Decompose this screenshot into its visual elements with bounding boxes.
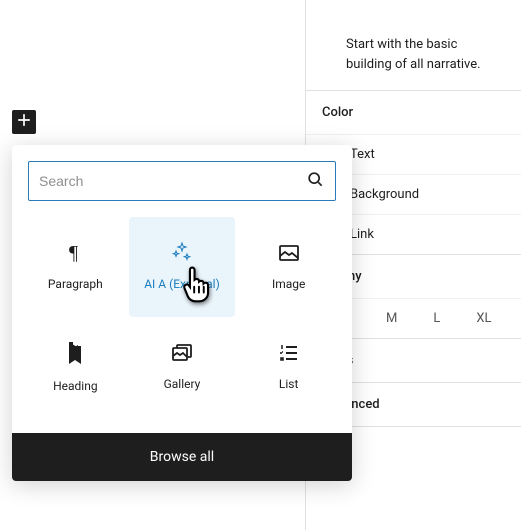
svg-text:¶: ¶	[69, 242, 78, 264]
add-block-button[interactable]	[12, 110, 36, 134]
block-label: List	[279, 377, 299, 393]
gallery-icon	[170, 341, 194, 369]
color-heading[interactable]: Color	[306, 91, 521, 134]
list-icon	[277, 341, 301, 369]
bookmark-icon	[63, 343, 87, 371]
block-item-gallery[interactable]: Gallery	[129, 317, 236, 417]
search-icon	[305, 169, 325, 193]
block-label: Heading	[53, 379, 98, 395]
plus-icon	[14, 110, 34, 134]
search-wrap	[12, 145, 352, 217]
image-icon	[277, 241, 301, 269]
block-label: Paragraph	[48, 277, 103, 293]
block-label: Image	[272, 277, 305, 293]
block-description: Start with the basic building of all nar…	[306, 0, 521, 91]
block-label: Gallery	[164, 377, 201, 393]
size-l[interactable]: L	[433, 311, 440, 326]
block-grid: ¶ Paragraph AI A (Exper al) Image	[12, 217, 352, 433]
browse-all-button[interactable]: Browse all	[12, 433, 352, 481]
search-input[interactable]	[39, 173, 305, 189]
size-m[interactable]: M	[386, 311, 397, 326]
block-item-paragraph[interactable]: ¶ Paragraph	[22, 217, 129, 317]
block-item-list[interactable]: List	[235, 317, 342, 417]
block-item-heading[interactable]: Heading	[22, 317, 129, 417]
block-item-ai-assistant[interactable]: AI A (Exper al)	[129, 217, 236, 317]
size-xl[interactable]: XL	[476, 311, 491, 326]
search-box[interactable]	[28, 161, 336, 201]
sparkles-icon	[170, 241, 194, 269]
block-inserter-popover: ¶ Paragraph AI A (Exper al) Image	[12, 145, 352, 481]
block-item-image[interactable]: Image	[235, 217, 342, 317]
block-label: AI A (Exper al)	[144, 277, 220, 293]
paragraph-icon: ¶	[63, 241, 87, 269]
